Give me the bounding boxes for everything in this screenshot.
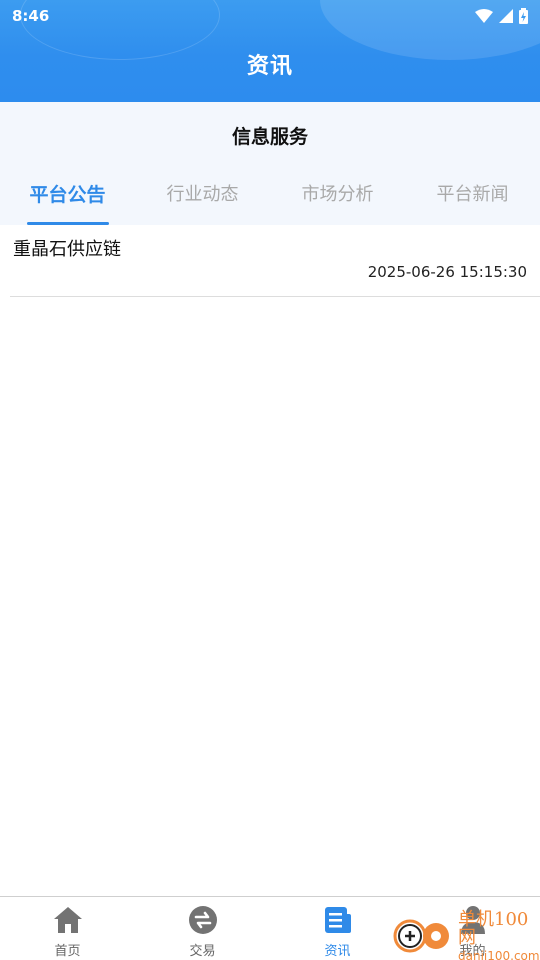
status-bar: 8:46 <box>0 0 540 32</box>
list-item[interactable]: 重晶石供应链 2025-06-26 15:15:30 <box>0 225 540 297</box>
tab-label: 平台新闻 <box>436 184 509 205</box>
signal-icon <box>499 9 513 23</box>
tab-label: 平台公告 <box>29 184 106 206</box>
news-icon <box>322 904 354 936</box>
tab-platform-news[interactable]: 平台新闻 <box>405 178 540 225</box>
info-section: 信息服务 平台公告 行业动态 市场分析 平台新闻 <box>0 102 540 225</box>
divider <box>10 296 540 297</box>
tab-label: 市场分析 <box>301 184 374 205</box>
status-time: 8:46 <box>12 7 50 25</box>
category-tabs: 平台公告 行业动态 市场分析 平台新闻 <box>0 178 540 225</box>
nav-item-home[interactable]: 首页 <box>0 897 135 960</box>
watermark-main: 单机100网 <box>458 908 529 948</box>
page-title: 资讯 <box>246 54 293 79</box>
watermark-sub: danji100.com <box>458 948 540 960</box>
nav-label: 资讯 <box>324 944 351 959</box>
tab-industry-news[interactable]: 行业动态 <box>135 178 270 225</box>
nav-item-news[interactable]: 资讯 <box>270 897 405 960</box>
battery-icon <box>519 8 528 24</box>
exchange-icon <box>187 904 219 936</box>
nav-label: 交易 <box>189 944 216 959</box>
nav-item-trade[interactable]: 交易 <box>135 897 270 960</box>
tab-platform-notice[interactable]: 平台公告 <box>0 178 135 225</box>
list-item-date: 2025-06-26 15:15:30 <box>367 263 527 281</box>
tab-label: 行业动态 <box>166 184 239 205</box>
header: 8:46 资讯 <box>0 0 540 102</box>
home-icon <box>52 904 84 936</box>
watermark-text: 单机100网 danji100.com <box>458 908 540 960</box>
watermark-logo-icon <box>390 914 452 958</box>
list-item-title: 重晶石供应链 <box>13 239 121 260</box>
status-icons <box>475 8 528 24</box>
wifi-icon <box>475 9 493 23</box>
section-title: 信息服务 <box>231 126 308 148</box>
tab-market-analysis[interactable]: 市场分析 <box>270 178 405 225</box>
watermark: 单机100网 danji100.com <box>390 908 540 960</box>
nav-label: 首页 <box>54 944 81 959</box>
